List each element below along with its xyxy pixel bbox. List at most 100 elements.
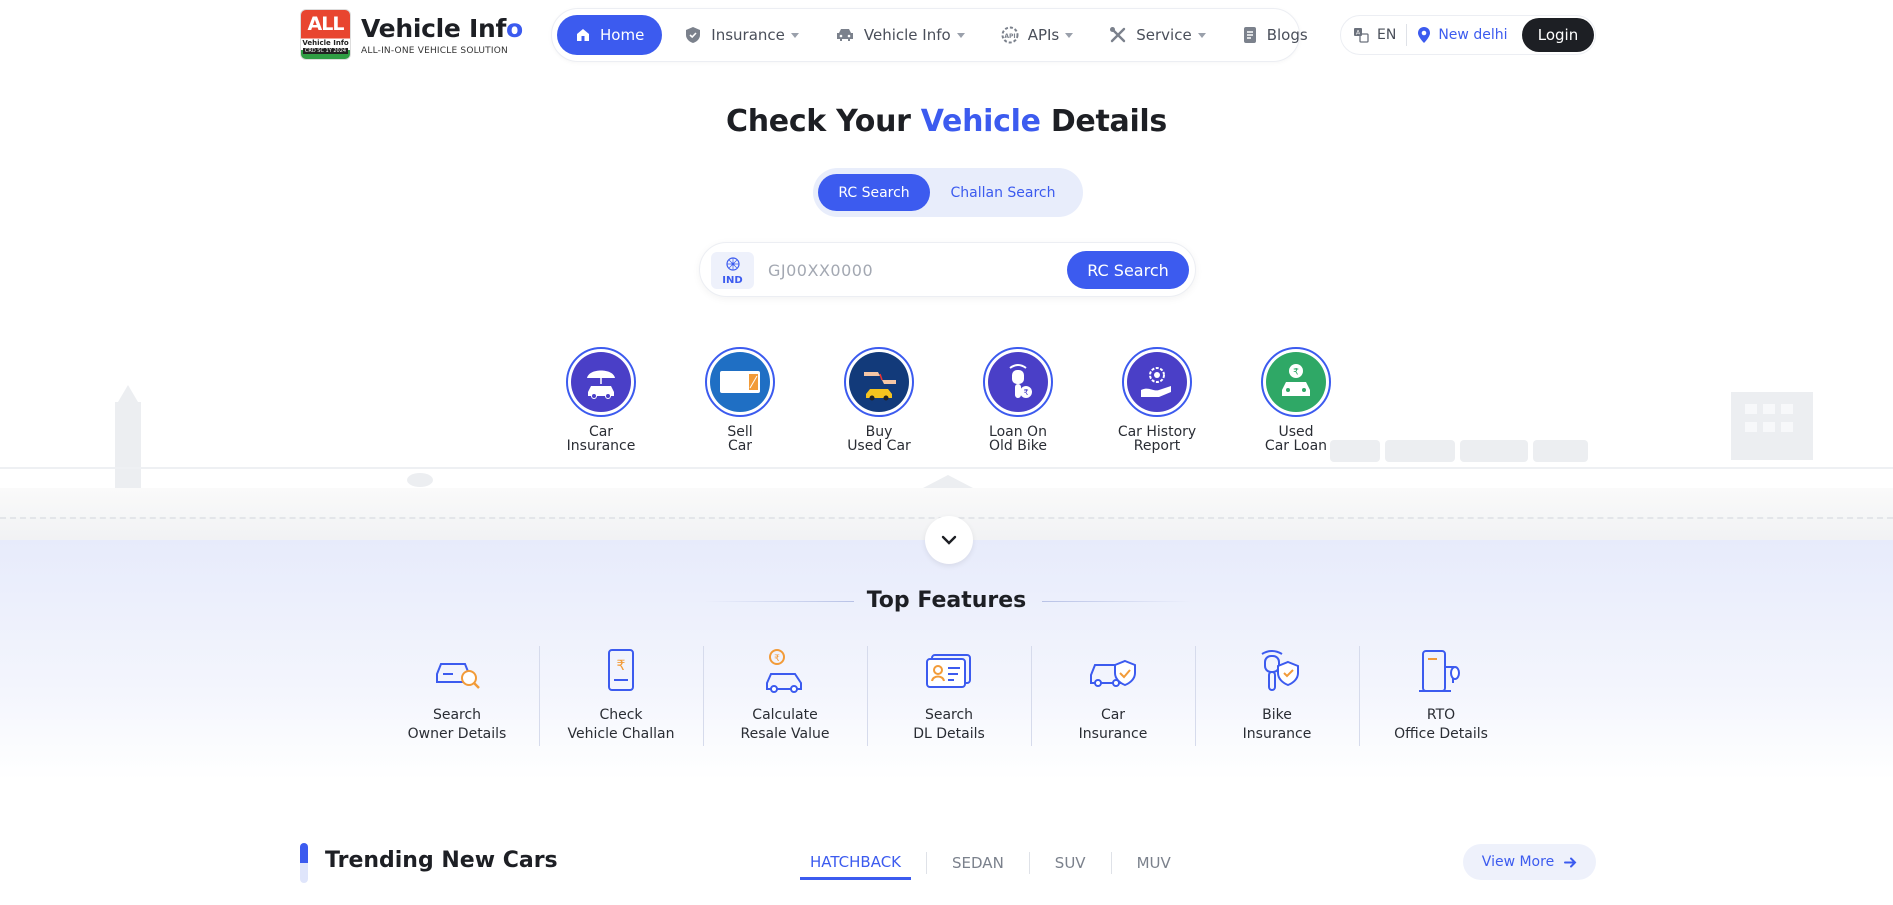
registration-number-input[interactable]: [768, 256, 1068, 284]
car-type-tabs: HATCHBACK SEDAN SUV MUV: [800, 846, 1181, 880]
feature-icon-wrap: [867, 646, 1031, 696]
login-button[interactable]: Login: [1522, 18, 1594, 52]
feature-icon-wrap: [1195, 646, 1359, 696]
chevron-down-icon: [790, 32, 799, 38]
quick-label-line1: Car: [588, 424, 614, 440]
resale-value-icon: ₹: [766, 649, 802, 693]
nav-item-home[interactable]: Home: [557, 15, 663, 55]
api-icon: API: [1001, 26, 1019, 44]
svg-text:₹: ₹: [1293, 368, 1299, 378]
quick-label-line2: Insurance: [566, 438, 636, 454]
nav-item-blogs[interactable]: Blogs: [1228, 15, 1322, 55]
feature-car-insurance[interactable]: Car Insurance: [1031, 646, 1195, 746]
tab-muv[interactable]: MUV: [1127, 846, 1181, 880]
tab-rc-search[interactable]: RC Search: [818, 174, 930, 211]
feature-label-line1: RTO: [1426, 707, 1456, 723]
feature-search-owner-details[interactable]: Search Owner Details: [375, 646, 539, 746]
feature-label-line1: Calculate: [752, 707, 818, 723]
feature-label: Search Owner Details: [375, 706, 539, 744]
car-icon: [836, 29, 853, 41]
svg-text:API: API: [1004, 33, 1015, 40]
feature-icon-wrap: ₹: [539, 646, 703, 696]
rc-search-button[interactable]: RC Search: [1067, 251, 1189, 289]
car-search-icon: [436, 663, 480, 689]
utility-bar: A EN New delhi Login: [1340, 15, 1596, 55]
quick-label-line2: Report: [1133, 438, 1181, 454]
nav-label-apis: APIs: [1027, 26, 1060, 44]
nav-label-insurance: Insurance: [711, 26, 785, 44]
quick-icon-frame: [566, 347, 636, 417]
tab-divider: [1028, 852, 1030, 874]
feature-label-line2: Resale Value: [740, 726, 830, 742]
quick-link-label: Buy Used Car: [824, 425, 934, 453]
nav-item-vehicle-info[interactable]: Vehicle Info: [821, 15, 979, 55]
nav-label-vehicle-info: Vehicle Info: [863, 26, 951, 44]
tab-hatchback[interactable]: HATCHBACK: [800, 846, 912, 880]
feature-label-line2: Vehicle Challan: [567, 726, 675, 742]
trending-heading: Trending New Cars: [325, 848, 558, 873]
quick-link-buy-used-car[interactable]: Buy Used Car: [824, 347, 934, 453]
tab-suv[interactable]: SUV: [1045, 846, 1096, 880]
quick-label-line2: Car: [727, 438, 753, 454]
logo-title: Vehicle Info: [361, 14, 523, 43]
nav-item-service[interactable]: Service: [1095, 15, 1219, 55]
feature-title-line-right: [1042, 601, 1192, 602]
fuel-station-icon: [1419, 650, 1460, 692]
key-handover-icon: [864, 372, 896, 401]
feature-icon-wrap: [1031, 646, 1195, 696]
quick-icon-frame: [1122, 347, 1192, 417]
tab-sedan[interactable]: SEDAN: [942, 846, 1014, 880]
location-label: New delhi: [1438, 27, 1508, 43]
feature-icon-wrap: [1359, 646, 1523, 696]
feature-label: Search DL Details: [867, 706, 1031, 744]
view-more-button[interactable]: View More: [1463, 844, 1596, 880]
nav-label-service: Service: [1136, 26, 1192, 44]
challan-receipt-icon: ₹: [608, 649, 634, 691]
chevron-down-icon: [941, 535, 957, 545]
tab-challan-search[interactable]: Challan Search: [930, 174, 1076, 211]
feature-icon-wrap: [375, 646, 539, 696]
quick-icon-bg: ₹: [1266, 352, 1326, 412]
feature-rto-office-details[interactable]: RTO Office Details: [1359, 646, 1523, 746]
features-heading: Top Features: [866, 588, 1027, 613]
feature-search-dl-details[interactable]: Search DL Details: [867, 646, 1031, 746]
feature-label: Check Vehicle Challan: [539, 706, 703, 744]
nav-item-apis[interactable]: API APIs: [987, 15, 1088, 55]
quick-link-car-insurance[interactable]: Car Insurance: [546, 347, 656, 453]
quick-link-loan-on-old-bike[interactable]: ₹ Loan On Old Bike: [963, 347, 1073, 453]
feature-bike-insurance[interactable]: Bike Insurance: [1195, 646, 1359, 746]
feature-label-line1: Search: [432, 707, 482, 723]
scroll-down-button[interactable]: [925, 516, 973, 564]
history-report-icon: [1141, 367, 1171, 397]
quick-icon-bg: [571, 352, 631, 412]
location-selector[interactable]: New delhi: [1417, 26, 1507, 44]
search-type-toggle: RC Search Challan Search: [813, 168, 1083, 217]
quick-icon-frame: ₹: [983, 347, 1053, 417]
hero-title-pre: Check Your: [726, 104, 921, 139]
umbrella-car-icon: [587, 370, 615, 399]
bike-shield-icon: [1261, 650, 1299, 691]
language-selector[interactable]: A EN: [1341, 27, 1396, 43]
feature-label-line1: Bike: [1262, 707, 1292, 723]
utility-divider: [1406, 24, 1408, 46]
quick-link-used-car-loan[interactable]: ₹ Used Car Loan: [1241, 347, 1351, 453]
bike-loan-icon: ₹: [1009, 364, 1032, 398]
ashoka-chakra-icon: [725, 257, 740, 271]
nav-label-home: Home: [600, 26, 645, 44]
feature-calculate-resale-value[interactable]: ₹ Calculate Resale Value: [703, 646, 867, 746]
translate-icon: A: [1354, 28, 1369, 43]
tab-divider: [926, 852, 928, 874]
shield-icon: [686, 27, 701, 43]
feature-label-line1: Car: [1100, 707, 1126, 723]
quick-link-car-history-report[interactable]: Car History Report: [1102, 347, 1212, 453]
top-features-section: Top Features Search Owner Details ₹ Check…: [0, 540, 1893, 780]
chevron-down-icon: [1197, 32, 1206, 38]
license-card-icon: [926, 654, 971, 688]
features-row: Search Owner Details ₹ Check Vehicle Chall…: [375, 646, 1523, 746]
feature-check-vehicle-challan[interactable]: ₹ Check Vehicle Challan: [539, 646, 703, 746]
quick-label-line1: Buy: [865, 424, 893, 440]
quick-link-sell-car[interactable]: Sell Car: [685, 347, 795, 453]
nav-item-insurance[interactable]: Insurance: [670, 15, 813, 55]
feature-label-line1: Check: [599, 707, 643, 723]
brand-logo[interactable]: ALL Vehicle Info CRD SC 1Y 2024 Vehicle …: [300, 9, 523, 60]
